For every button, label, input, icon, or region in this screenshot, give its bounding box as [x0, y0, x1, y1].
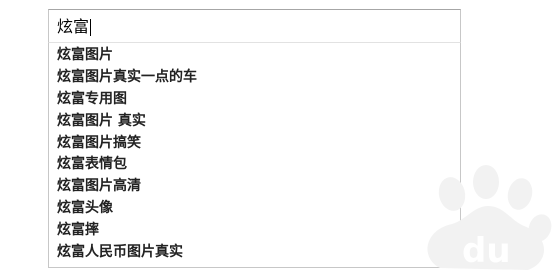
- search-box[interactable]: 炫富: [48, 9, 461, 43]
- watermark-text: du: [462, 231, 511, 271]
- text-caret: [90, 18, 92, 36]
- search-input-value: 炫富: [57, 17, 90, 36]
- suggestion-item[interactable]: 炫富人民币图片真实: [49, 242, 460, 264]
- search-suggest-widget: 炫富 炫富图片 炫富图片真实一点的车 炫富专用图 炫富图片 真实 炫富图片搞笑 炫富表情包…: [0, 0, 558, 272]
- suggestion-item[interactable]: 炫富摔: [49, 220, 460, 242]
- suggestion-item[interactable]: 炫富图片搞笑: [49, 133, 460, 155]
- suggestion-item[interactable]: 炫富头像: [49, 198, 460, 220]
- suggestion-item[interactable]: 炫富图片 真实: [49, 111, 460, 133]
- suggestion-item[interactable]: 炫富图片高清: [49, 176, 460, 198]
- suggestion-dropdown: 炫富图片 炫富图片真实一点的车 炫富专用图 炫富图片 真实 炫富图片搞笑 炫富表情包 炫富图…: [48, 42, 461, 268]
- suggestion-item[interactable]: 炫富图片: [49, 45, 460, 67]
- suggestion-item[interactable]: 炫富表情包: [49, 154, 460, 176]
- suggestion-item[interactable]: 炫富专用图: [49, 89, 460, 111]
- suggestion-list: 炫富图片 炫富图片真实一点的车 炫富专用图 炫富图片 真实 炫富图片搞笑 炫富表情包 炫富图…: [49, 43, 460, 264]
- search-input[interactable]: 炫富: [57, 16, 92, 38]
- suggestion-item[interactable]: 炫富图片真实一点的车: [49, 67, 460, 89]
